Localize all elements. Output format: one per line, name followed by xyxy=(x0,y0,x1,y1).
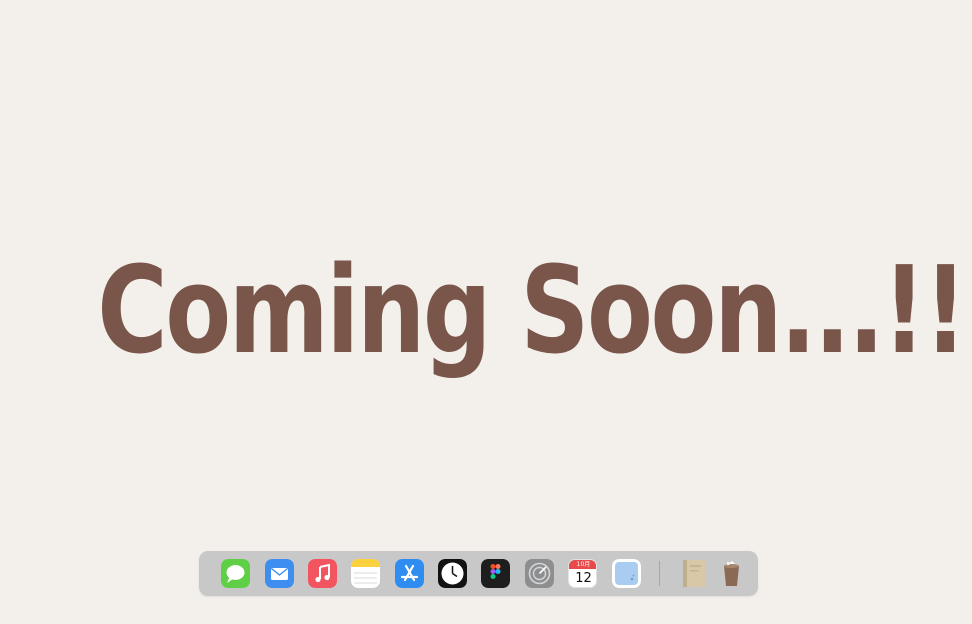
calendar-month: 10月 xyxy=(569,560,596,569)
music-icon xyxy=(308,559,337,588)
radar-icon xyxy=(525,559,554,588)
dock-item-preview[interactable] xyxy=(612,559,641,588)
dock: 10月 12 xyxy=(199,551,758,596)
figma-icon xyxy=(481,559,510,588)
dock-item-trash[interactable] xyxy=(717,559,746,588)
coming-soon-headline: Coming Soon...!! xyxy=(97,242,967,381)
desktop: Coming Soon...!! 10月 12 xyxy=(0,0,972,624)
dock-item-music[interactable] xyxy=(308,559,337,588)
notes-icon xyxy=(351,559,380,588)
dock-item-notes[interactable] xyxy=(351,559,380,588)
dock-item-calendar[interactable]: 10月 12 xyxy=(568,559,597,588)
dock-item-figma[interactable] xyxy=(481,559,510,588)
messages-icon xyxy=(221,559,250,588)
book-icon xyxy=(683,560,705,587)
mail-icon xyxy=(265,559,294,588)
app-store-icon xyxy=(395,559,424,588)
dock-item-radar[interactable] xyxy=(525,559,554,588)
calendar-day: 12 xyxy=(569,569,596,587)
preview-icon xyxy=(612,559,641,588)
dock-divider xyxy=(659,561,660,586)
dock-item-app-store[interactable] xyxy=(395,559,424,588)
trash-icon xyxy=(724,561,739,586)
dock-item-clock[interactable] xyxy=(438,559,467,588)
dock-item-mail[interactable] xyxy=(265,559,294,588)
dock-item-book[interactable] xyxy=(680,559,709,588)
clock-icon xyxy=(438,559,467,588)
dock-item-messages[interactable] xyxy=(221,559,250,588)
